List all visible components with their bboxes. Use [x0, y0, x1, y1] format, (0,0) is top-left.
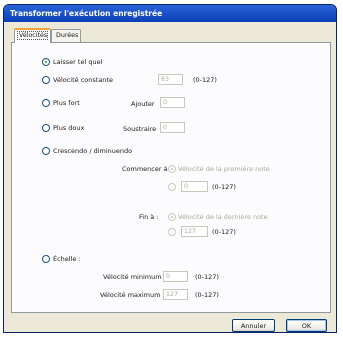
- window-title: Transformer l'exécution enregistrée: [10, 9, 163, 18]
- radio-louder[interactable]: [42, 99, 50, 107]
- constant-value-input[interactable]: 63: [158, 74, 183, 85]
- radio-start-value[interactable]: [168, 183, 176, 191]
- radio-end-value[interactable]: [168, 228, 176, 236]
- radio-softer[interactable]: [42, 124, 50, 132]
- tab-velocities[interactable]: Vélocités: [14, 28, 51, 43]
- end-range: (0-127): [212, 228, 236, 236]
- radio-scale[interactable]: [42, 255, 50, 263]
- start-label: Commencer à :: [122, 165, 172, 173]
- radio-keep[interactable]: [42, 58, 50, 66]
- crescendo-label: Crescendo / diminuendo: [53, 147, 133, 155]
- ok-button[interactable]: OK: [286, 319, 327, 332]
- max-velocity-input[interactable]: 127: [163, 289, 188, 300]
- title-bar: Transformer l'exécution enregistrée: [4, 5, 336, 22]
- add-label: Ajouter: [131, 100, 155, 108]
- end-last-note-label: Vélocité de la dernière note: [178, 213, 268, 221]
- softer-label: Plus doux: [53, 124, 85, 132]
- subtract-value-input[interactable]: 0: [160, 122, 185, 133]
- end-label: Fin à :: [139, 213, 159, 221]
- dialog-window: Transformer l'exécution enregistrée Vélo…: [3, 4, 337, 333]
- cancel-button[interactable]: Annuler: [232, 319, 275, 332]
- louder-label: Plus fort: [53, 99, 80, 107]
- velocities-panel: Laisser tel quel Vélocité constante 63 (…: [11, 42, 331, 313]
- radio-start-first-note[interactable]: [168, 165, 176, 173]
- radio-end-last-note[interactable]: [168, 213, 176, 221]
- keep-label: Laisser tel quel: [53, 58, 103, 66]
- radio-crescendo[interactable]: [42, 147, 50, 155]
- end-value-input[interactable]: 127: [181, 226, 208, 237]
- scale-label: Échelle :: [53, 255, 81, 263]
- start-value-input[interactable]: 0: [181, 181, 208, 192]
- add-value-input[interactable]: 0: [160, 97, 185, 108]
- focus-rect: [17, 31, 48, 40]
- radio-constant[interactable]: [42, 76, 50, 84]
- min-velocity-input[interactable]: 0: [163, 271, 188, 282]
- subtract-label: Soustraire: [123, 125, 157, 133]
- start-first-note-label: Vélocité de la première note: [178, 165, 270, 173]
- constant-range: (0-127): [193, 76, 217, 84]
- start-range: (0-127): [212, 183, 236, 191]
- min-range: (0-127): [195, 273, 219, 281]
- max-range: (0-127): [195, 291, 219, 299]
- tab-label: Durées: [56, 32, 79, 39]
- min-velocity-label: Vélocité minimum: [103, 273, 162, 281]
- max-velocity-label: Vélocité maximum: [100, 291, 161, 299]
- constant-label: Vélocité constante: [53, 76, 113, 84]
- tab-durations[interactable]: Durées: [51, 29, 81, 42]
